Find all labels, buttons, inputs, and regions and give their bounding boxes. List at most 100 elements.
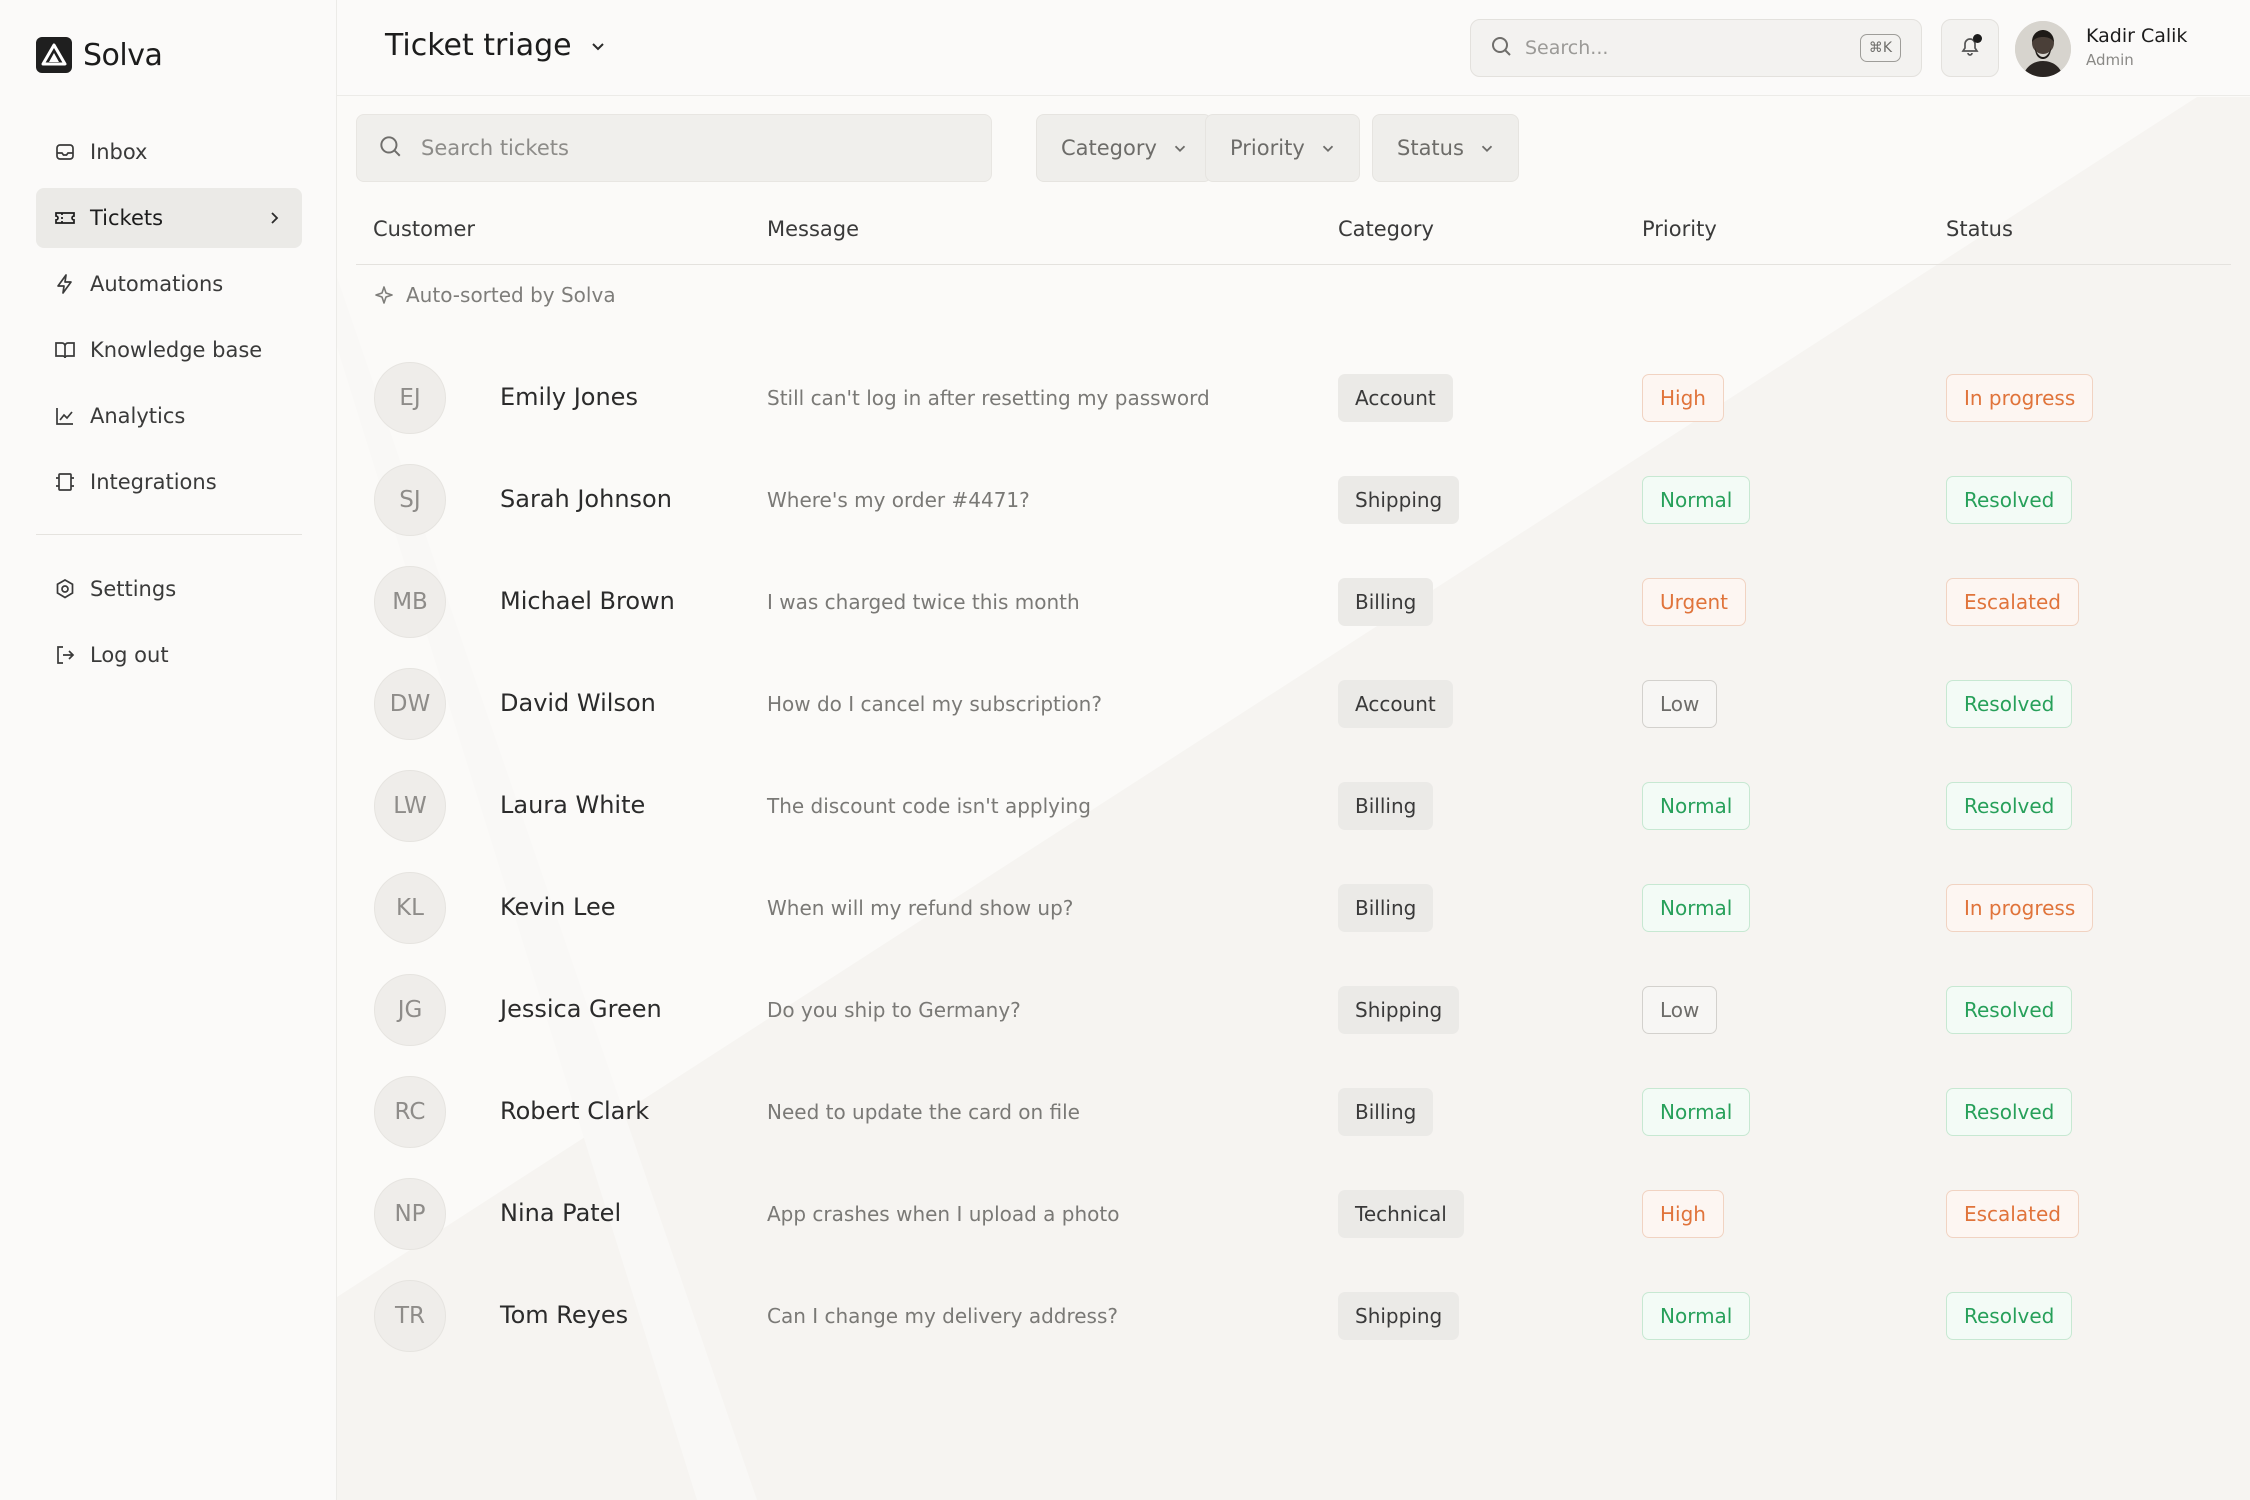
brand[interactable]: Solva <box>36 37 163 73</box>
tickets-table: Customer Message Category Priority Statu… <box>356 207 2231 1352</box>
category-filter-dropdown[interactable]: Category <box>1036 114 1212 182</box>
global-search-input[interactable]: Search... ⌘K <box>1470 19 1922 77</box>
logout-icon <box>54 644 76 666</box>
category-badge: Shipping <box>1338 1292 1460 1340</box>
priority-badge: Normal <box>1642 1292 1751 1340</box>
customer-avatar: EJ <box>374 362 446 434</box>
sidebar-item-logout[interactable]: Log out <box>36 625 302 685</box>
status-badge: In progress <box>1946 884 2094 932</box>
sidebar-item-label: Automations <box>90 272 224 296</box>
sidebar-item-integrations[interactable]: Integrations <box>36 452 302 512</box>
chevron-right-icon <box>264 208 284 228</box>
column-header-message[interactable]: Message <box>767 217 859 241</box>
priority-badge: High <box>1642 374 1724 422</box>
page-title[interactable]: Ticket triage <box>385 28 608 63</box>
table-row[interactable]: TR Tom Reyes Can I change my delivery addr… <box>356 1265 2231 1367</box>
customer-avatar: NP <box>374 1178 446 1250</box>
gear-icon <box>54 578 76 600</box>
table-row[interactable]: MB Michael Brown I was charged twice this … <box>356 551 2231 653</box>
priority-badge: Low <box>1642 680 1718 728</box>
column-header-status[interactable]: Status <box>1946 217 2013 241</box>
ticket-message: How do I cancel my subscription? <box>767 692 1102 716</box>
category-badge: Billing <box>1338 884 1434 932</box>
customer-name: Robert Clark <box>500 1097 650 1125</box>
inbox-icon <box>54 141 76 163</box>
sidebar-item-tickets[interactable]: Tickets <box>36 188 302 248</box>
sidebar-item-inbox[interactable]: Inbox <box>36 122 302 182</box>
sidebar-item-settings[interactable]: Settings <box>36 559 302 619</box>
table-row[interactable]: SJ Sarah Johnson Where's my order #4471? Sh… <box>356 449 2231 551</box>
sidebar-item-analytics[interactable]: Analytics <box>36 386 302 446</box>
status-filter-label: Status <box>1397 136 1464 160</box>
sidebar-item-label: Analytics <box>90 404 186 428</box>
search-icon <box>1489 34 1513 62</box>
customer-avatar: TR <box>374 1280 446 1352</box>
priority-badge: Normal <box>1642 884 1751 932</box>
sidebar-item-label: Tickets <box>90 206 164 230</box>
avatar[interactable] <box>2015 21 2071 77</box>
customer-name: Emily Jones <box>500 383 638 411</box>
page-title-text: Ticket triage <box>385 28 572 63</box>
chevron-down-icon <box>1319 139 1337 157</box>
column-header-customer[interactable]: Customer <box>373 217 475 241</box>
customer-avatar: LW <box>374 770 446 842</box>
category-badge: Technical <box>1338 1190 1464 1238</box>
notifications-button[interactable] <box>1941 19 1999 77</box>
group-label-text: Auto-sorted by Solva <box>406 283 616 307</box>
column-header-priority[interactable]: Priority <box>1642 217 1717 241</box>
ticket-message: I was charged twice this month <box>767 590 1080 614</box>
ticket-message: App crashes when I upload a photo <box>767 1202 1120 1226</box>
column-header-category[interactable]: Category <box>1338 217 1434 241</box>
sidebar: Solva Inbox Tickets Automations Knowledg… <box>0 0 337 1500</box>
status-badge: Resolved <box>1946 986 2073 1034</box>
customer-avatar: MB <box>374 566 446 638</box>
table-header: Customer Message Category Priority Statu… <box>356 207 2231 265</box>
table-row[interactable]: RC Robert Clark Need to update the card on… <box>356 1061 2231 1163</box>
status-badge: Resolved <box>1946 1292 2073 1340</box>
customer-avatar: KL <box>374 872 446 944</box>
customer-avatar: JG <box>374 974 446 1046</box>
table-row[interactable]: KL Kevin Lee When will my refund show up? B… <box>356 857 2231 959</box>
sidebar-nav: Inbox Tickets Automations Knowledge base… <box>36 122 302 691</box>
customer-name: Michael Brown <box>500 587 675 615</box>
table-row[interactable]: DW David Wilson How do I cancel my subscri… <box>356 653 2231 755</box>
ticket-message: Can I change my delivery address? <box>767 1304 1119 1328</box>
ticket-message: Where's my order #4471? <box>767 488 1030 512</box>
customer-avatar: DW <box>374 668 446 740</box>
priority-badge: High <box>1642 1190 1724 1238</box>
ticket-message: The discount code isn't applying <box>767 794 1091 818</box>
status-badge: In progress <box>1946 374 2094 422</box>
category-filter-label: Category <box>1061 136 1157 160</box>
priority-filter-dropdown[interactable]: Priority <box>1205 114 1360 182</box>
customer-name: Jessica Green <box>500 995 662 1023</box>
sidebar-item-automations[interactable]: Automations <box>36 254 302 314</box>
search-shortcut-badge: ⌘K <box>1859 34 1901 62</box>
table-body: EJ Emily Jones Still can't log in after re… <box>356 347 2231 1367</box>
lightning-icon <box>54 273 76 295</box>
table-row[interactable]: NP Nina Patel App crashes when I upload a … <box>356 1163 2231 1265</box>
sidebar-item-label: Log out <box>90 643 169 667</box>
table-row[interactable]: JG Jessica Green Do you ship to Germany? Sh… <box>356 959 2231 1061</box>
priority-badge: Normal <box>1642 476 1751 524</box>
main-content: Search tickets Category Priority Status <box>337 97 2250 1500</box>
book-icon <box>54 339 76 361</box>
sidebar-divider <box>36 534 302 535</box>
status-badge: Resolved <box>1946 680 2073 728</box>
top-header: Ticket triage Search... ⌘K Kadir Calik A… <box>337 0 2250 96</box>
ticket-search-placeholder: Search tickets <box>421 136 569 160</box>
ticket-search-input[interactable]: Search tickets <box>356 114 992 182</box>
customer-avatar: SJ <box>374 464 446 536</box>
sidebar-item-knowledge-base[interactable]: Knowledge base <box>36 320 302 380</box>
status-badge: Escalated <box>1946 1190 2079 1238</box>
sidebar-item-label: Inbox <box>90 140 148 164</box>
customer-name: Nina Patel <box>500 1199 622 1227</box>
category-badge: Billing <box>1338 782 1434 830</box>
priority-badge: Normal <box>1642 782 1751 830</box>
table-row[interactable]: LW Laura White The discount code isn't app… <box>356 755 2231 857</box>
sparkle-icon <box>374 285 394 305</box>
status-filter-dropdown[interactable]: Status <box>1372 114 1519 182</box>
table-row[interactable]: EJ Emily Jones Still can't log in after re… <box>356 347 2231 449</box>
sidebar-item-label: Settings <box>90 577 177 601</box>
integration-icon <box>54 471 76 493</box>
notification-dot <box>1973 34 1982 43</box>
